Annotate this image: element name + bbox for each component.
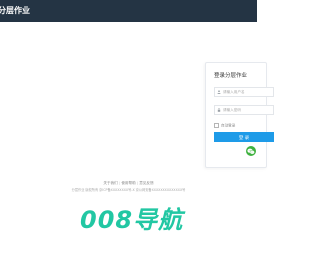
login-title: 登录分层作业 bbox=[214, 73, 248, 79]
footer-links: 关于我们 | 使用帮助 | 意见反馈 bbox=[0, 181, 257, 186]
login-button[interactable]: 登 录 bbox=[214, 132, 274, 142]
password-field[interactable]: 请输入密码 bbox=[214, 105, 274, 115]
login-card: 登录分层作业 请输入用户名 请输入密码 自动登录 登 录 bbox=[205, 62, 274, 168]
footer-copyright: 分层作业 版权所有 京ICP备XXXXXXXX号-X 京公网安备XXXXXXXX… bbox=[71, 188, 186, 192]
footer-separator: | bbox=[136, 181, 139, 185]
username-field[interactable]: 请输入用户名 bbox=[214, 87, 274, 97]
username-placeholder: 请输入用户名 bbox=[223, 90, 245, 94]
remember-label: 自动登录 bbox=[221, 123, 236, 128]
lock-icon bbox=[217, 108, 221, 112]
password-placeholder: 请输入密码 bbox=[223, 108, 241, 112]
brand-watermark: 008导航 bbox=[80, 206, 184, 234]
app-title[interactable]: 分层作业 bbox=[0, 6, 30, 16]
footer-link-about[interactable]: 关于我们 bbox=[103, 181, 117, 185]
wechat-login-icon[interactable] bbox=[246, 146, 256, 156]
footer-link-feedback[interactable]: 意见反馈 bbox=[139, 181, 153, 185]
footer-separator: | bbox=[118, 181, 121, 185]
remember-me[interactable]: 自动登录 bbox=[214, 123, 235, 129]
footer-link-help[interactable]: 使用帮助 bbox=[121, 181, 135, 185]
remember-checkbox[interactable] bbox=[214, 123, 219, 128]
user-icon bbox=[217, 90, 221, 94]
top-bar: 分层作业 bbox=[0, 0, 257, 22]
